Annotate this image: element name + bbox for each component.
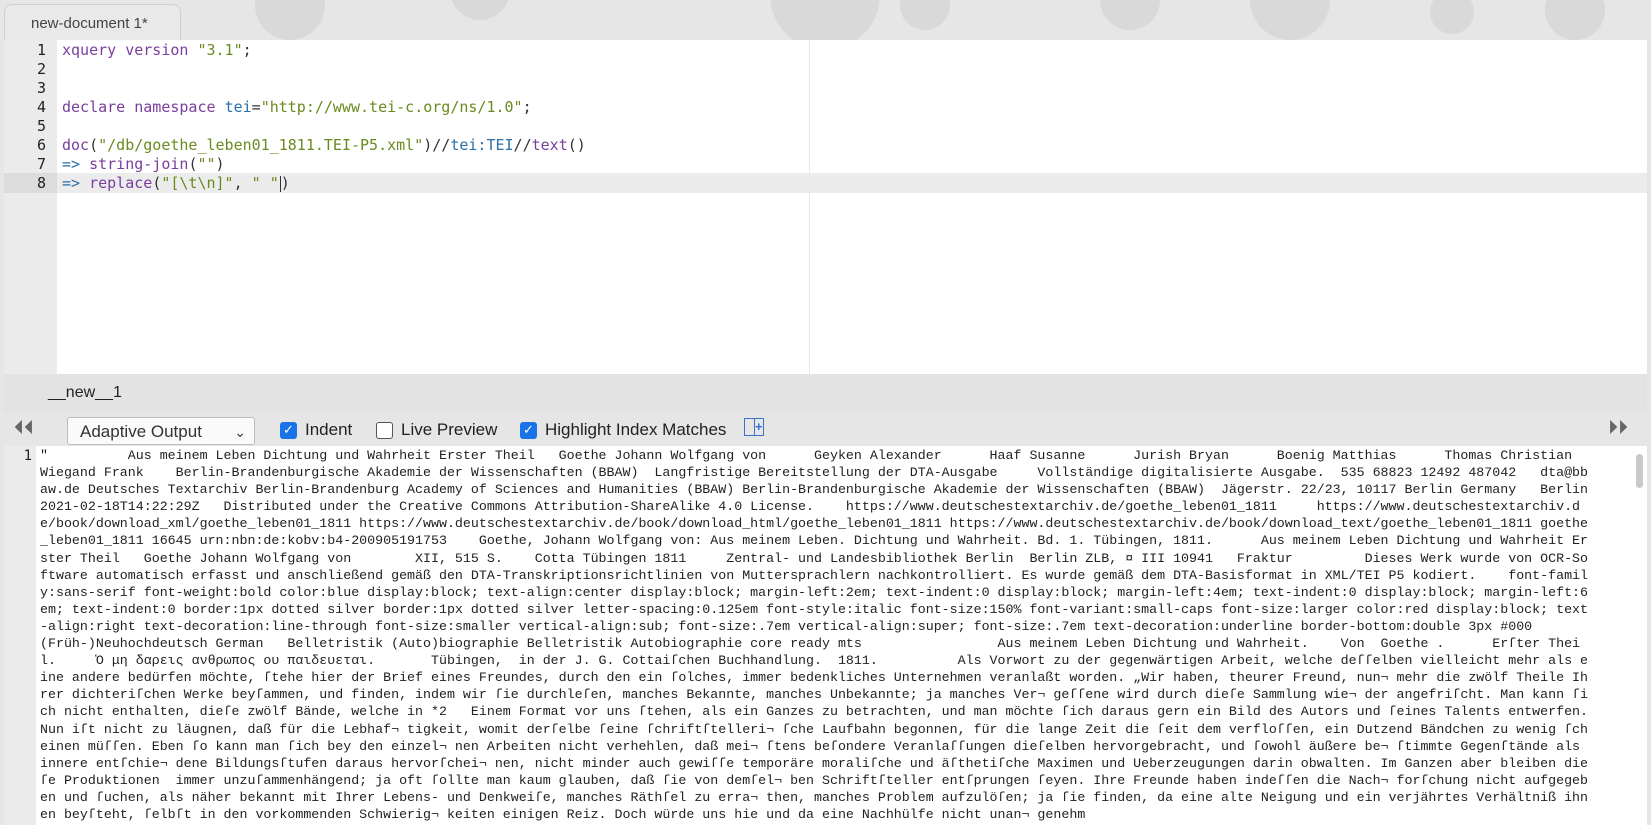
line-number: 8 (4, 173, 57, 193)
status-bar: __new__1 (4, 374, 1647, 412)
background-bubble (255, 0, 325, 40)
code-token: "3.1" (197, 41, 243, 59)
highlight-label: Highlight Index Matches (545, 420, 727, 439)
code-token: "/db/goethe_leben01_1811.TEI-P5.xml" (98, 136, 424, 154)
output-scrollbar[interactable] (1636, 454, 1643, 488)
live-preview-label: Live Preview (401, 420, 498, 439)
line-number: 6 (36, 136, 46, 154)
line-number: 4 (36, 98, 46, 116)
code-text: => replace("[\t\n]", " ") (62, 173, 290, 193)
code-token: => (62, 174, 90, 192)
indent-label: Indent (305, 420, 353, 439)
code-token: )// (423, 136, 451, 154)
code-line[interactable]: 8 => replace("[\t\n]", " ") (4, 173, 1647, 193)
code-token: "[\t\n]" (161, 174, 234, 192)
code-token: "http://www.tei-c.org/ns/1.0" (260, 98, 523, 116)
check-icon: ✓ (280, 421, 297, 439)
code-token: " " (251, 174, 279, 192)
code-token: "" (197, 155, 216, 173)
live-preview-checkbox[interactable]: Live Preview (376, 420, 497, 440)
line-number: 1 (36, 41, 46, 59)
output-mode-value: Adaptive Output (80, 422, 202, 441)
line-number: 7 (36, 155, 46, 173)
background-bubble (450, 0, 510, 20)
line-number: 3 (36, 79, 46, 97)
background-bubble (1250, 0, 1330, 40)
collapse-left-icon[interactable]: ⏴⏴ (14, 417, 34, 440)
code-line[interactable]: 4 declare namespace tei="http://www.tei-c… (4, 97, 1647, 117)
code-token: replace (89, 174, 153, 192)
highlight-index-matches-checkbox[interactable]: ✓ Highlight Index Matches (520, 420, 726, 440)
code-token: tei:TEI (450, 136, 514, 154)
code-text: doc("/db/goethe_leben01_1811.TEI-P5.xml"… (62, 135, 586, 155)
code-token: xquery version (62, 41, 198, 59)
document-tab[interactable]: new-document 1* (4, 4, 181, 40)
code-line[interactable]: 5 (4, 116, 1647, 136)
code-token: ( (89, 136, 99, 154)
output-panel[interactable]: 1 " Aus meinem Leben Dichtung und Wahrhe… (4, 446, 1647, 825)
chevron-down-icon: ⌄ (234, 424, 246, 440)
code-line[interactable]: 2 (4, 59, 1647, 79)
code-token: string-join (89, 155, 189, 173)
code-token: , (233, 174, 252, 192)
indent-checkbox[interactable]: ✓ Indent (280, 420, 352, 440)
code-token: => (62, 155, 90, 173)
code-token: ; (242, 41, 252, 59)
code-text: xquery version "3.1"; (62, 40, 252, 60)
code-token: ( (152, 174, 162, 192)
code-token: ) (215, 155, 225, 173)
code-editor[interactable]: 1 xquery version "3.1"; 2 3 4 declare namespa… (4, 40, 1647, 374)
code-line[interactable]: 3 (4, 78, 1647, 98)
code-token: tei (224, 98, 252, 116)
line-number: 5 (36, 117, 46, 135)
code-line[interactable]: 6 doc("/db/goethe_leben01_1811.TEI-P5.xml… (4, 135, 1647, 155)
code-text: declare namespace tei="http://www.tei-c.… (62, 97, 532, 117)
code-token: = (251, 98, 261, 116)
background-bubble (1545, 0, 1605, 40)
output-mode-select[interactable]: Adaptive Output ⌄ (67, 417, 255, 445)
code-token: text (531, 136, 568, 154)
output-toolbar: ⏴⏴ Adaptive Output ⌄ ✓ Indent Live Previ… (4, 412, 1647, 446)
output-line-number: 1 (23, 448, 32, 464)
check-icon: ✓ (520, 421, 537, 439)
output-text: " Aus meinem Leben Dichtung und Wahrheit… (40, 448, 1620, 822)
background-bubble (900, 0, 950, 30)
code-token: declare namespace (62, 98, 225, 116)
code-token: () (567, 136, 586, 154)
code-line[interactable]: 7 => string-join("") (4, 154, 1647, 174)
document-name: __new__1 (48, 384, 122, 401)
split-panel-icon[interactable]: + (744, 418, 764, 436)
code-text: => string-join("") (62, 154, 225, 174)
checkbox-empty-icon (376, 421, 393, 439)
code-token: doc (62, 136, 90, 154)
expand-right-icon[interactable]: ⏵⏵ (1608, 417, 1628, 440)
background-bubble (1430, 0, 1474, 34)
background-bubble (1100, 0, 1160, 30)
output-gutter (4, 446, 36, 825)
code-token: // (513, 136, 532, 154)
code-token: ) (280, 174, 290, 192)
line-number: 2 (36, 60, 46, 78)
code-token: ; (522, 98, 532, 116)
code-line[interactable]: 1 xquery version "3.1"; (4, 40, 1647, 60)
